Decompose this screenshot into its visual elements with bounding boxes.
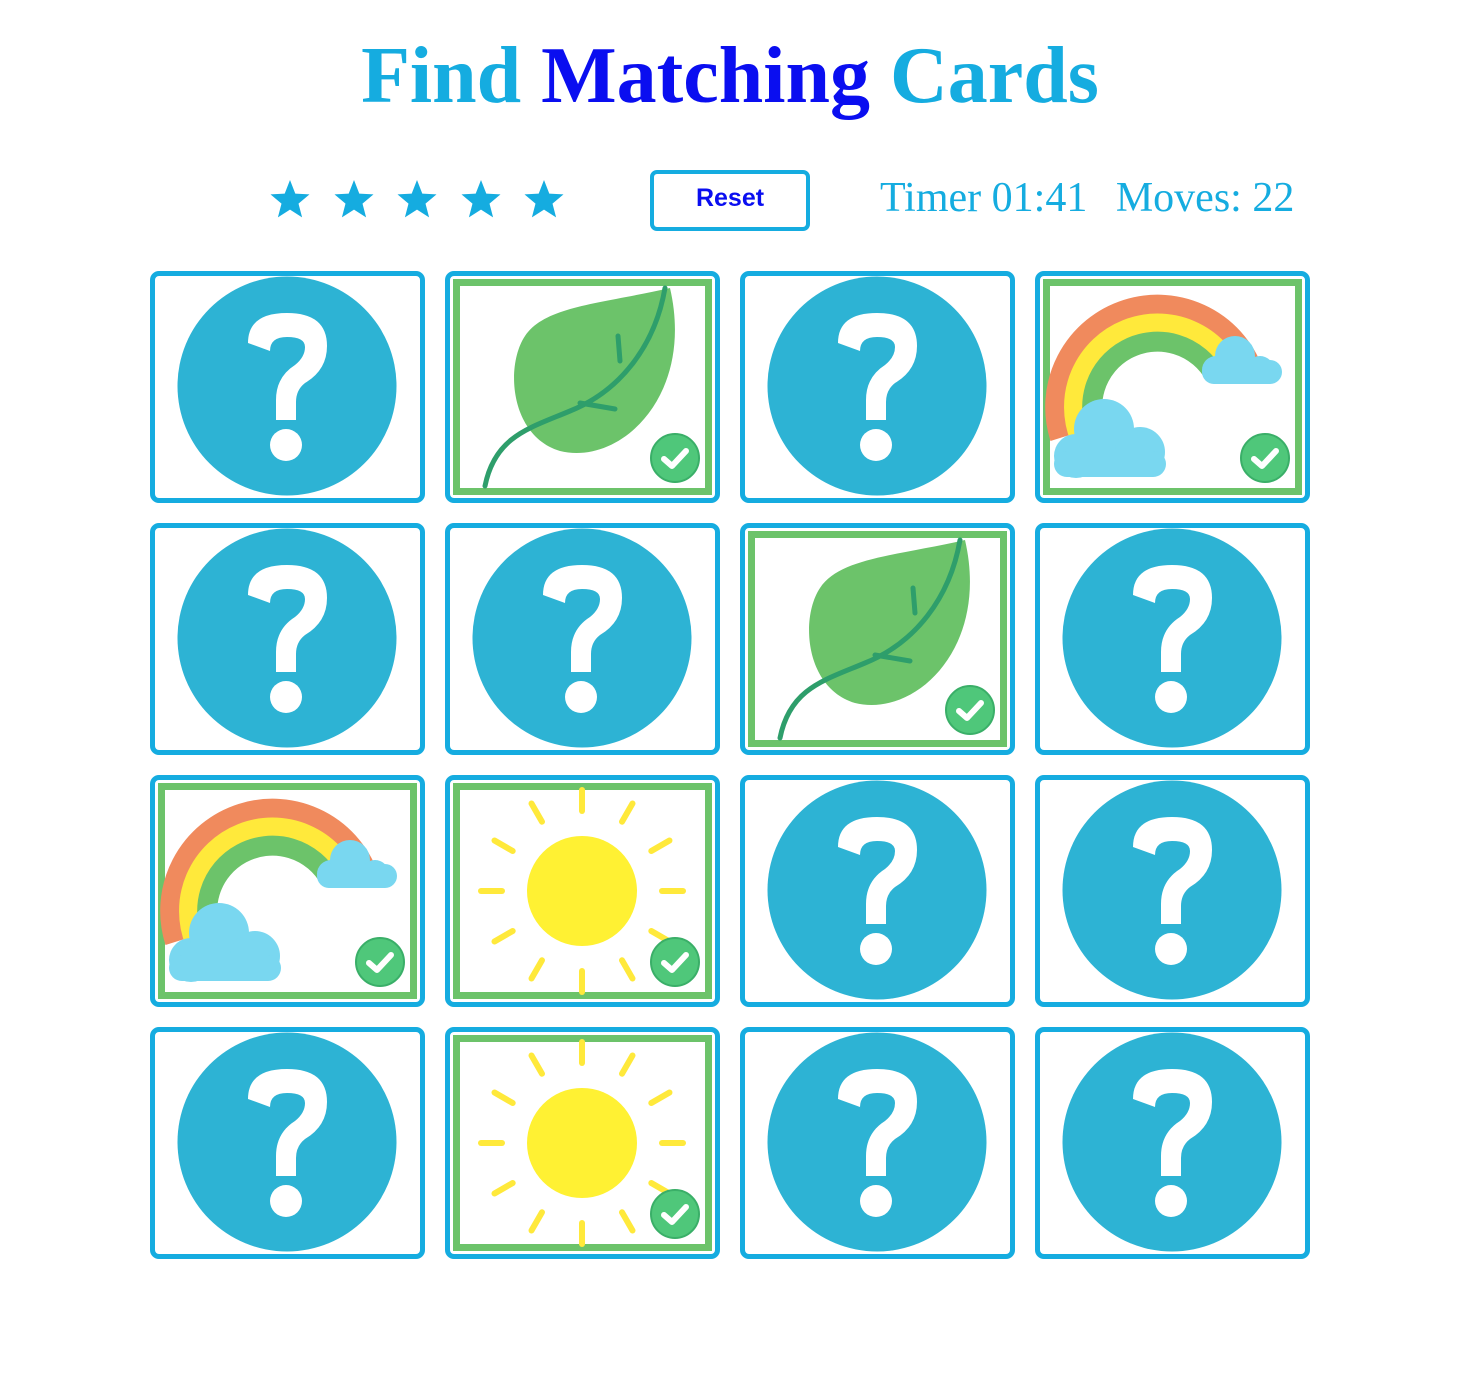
card-hidden[interactable] [1035, 775, 1310, 1007]
check-icon [945, 685, 995, 735]
card-rainbow-matched[interactable] [1035, 271, 1310, 503]
moves-value: 22 [1252, 175, 1295, 221]
card-hidden[interactable] [150, 271, 425, 503]
card-hidden[interactable] [150, 523, 425, 755]
card-hidden[interactable] [1035, 1027, 1310, 1259]
card-rainbow-matched[interactable] [150, 775, 425, 1007]
check-icon [650, 433, 700, 483]
card-hidden[interactable] [740, 271, 1015, 503]
card-leaf-matched[interactable] [445, 271, 720, 503]
star-icon [522, 178, 566, 222]
title-word-matching: Matching [541, 32, 871, 120]
page-title: Find Matching Cards [0, 28, 1460, 124]
star-icon [332, 178, 376, 222]
title-word-find: Find [361, 32, 522, 120]
timer-label: Timer [880, 175, 982, 221]
check-icon [355, 937, 405, 987]
star-rating [268, 178, 586, 222]
moves-label: Moves: [1115, 175, 1242, 221]
title-word-cards: Cards [890, 32, 1099, 120]
card-hidden[interactable] [150, 1027, 425, 1259]
card-leaf-matched[interactable] [740, 523, 1015, 755]
star-icon [268, 178, 312, 222]
card-sun-matched[interactable] [445, 775, 720, 1007]
check-icon [650, 1189, 700, 1239]
check-icon [650, 937, 700, 987]
reset-button[interactable]: Reset [650, 170, 810, 231]
card-hidden[interactable] [740, 1027, 1015, 1259]
card-hidden[interactable] [445, 523, 720, 755]
star-icon [459, 178, 503, 222]
card-sun-matched[interactable] [445, 1027, 720, 1259]
card-hidden[interactable] [740, 775, 1015, 1007]
game-stats: Timer 01:41 Moves: 22 [880, 172, 1294, 224]
timer-value: 01:41 [991, 175, 1088, 221]
card-hidden[interactable] [1035, 523, 1310, 755]
star-icon [395, 178, 439, 222]
check-icon [1240, 433, 1290, 483]
